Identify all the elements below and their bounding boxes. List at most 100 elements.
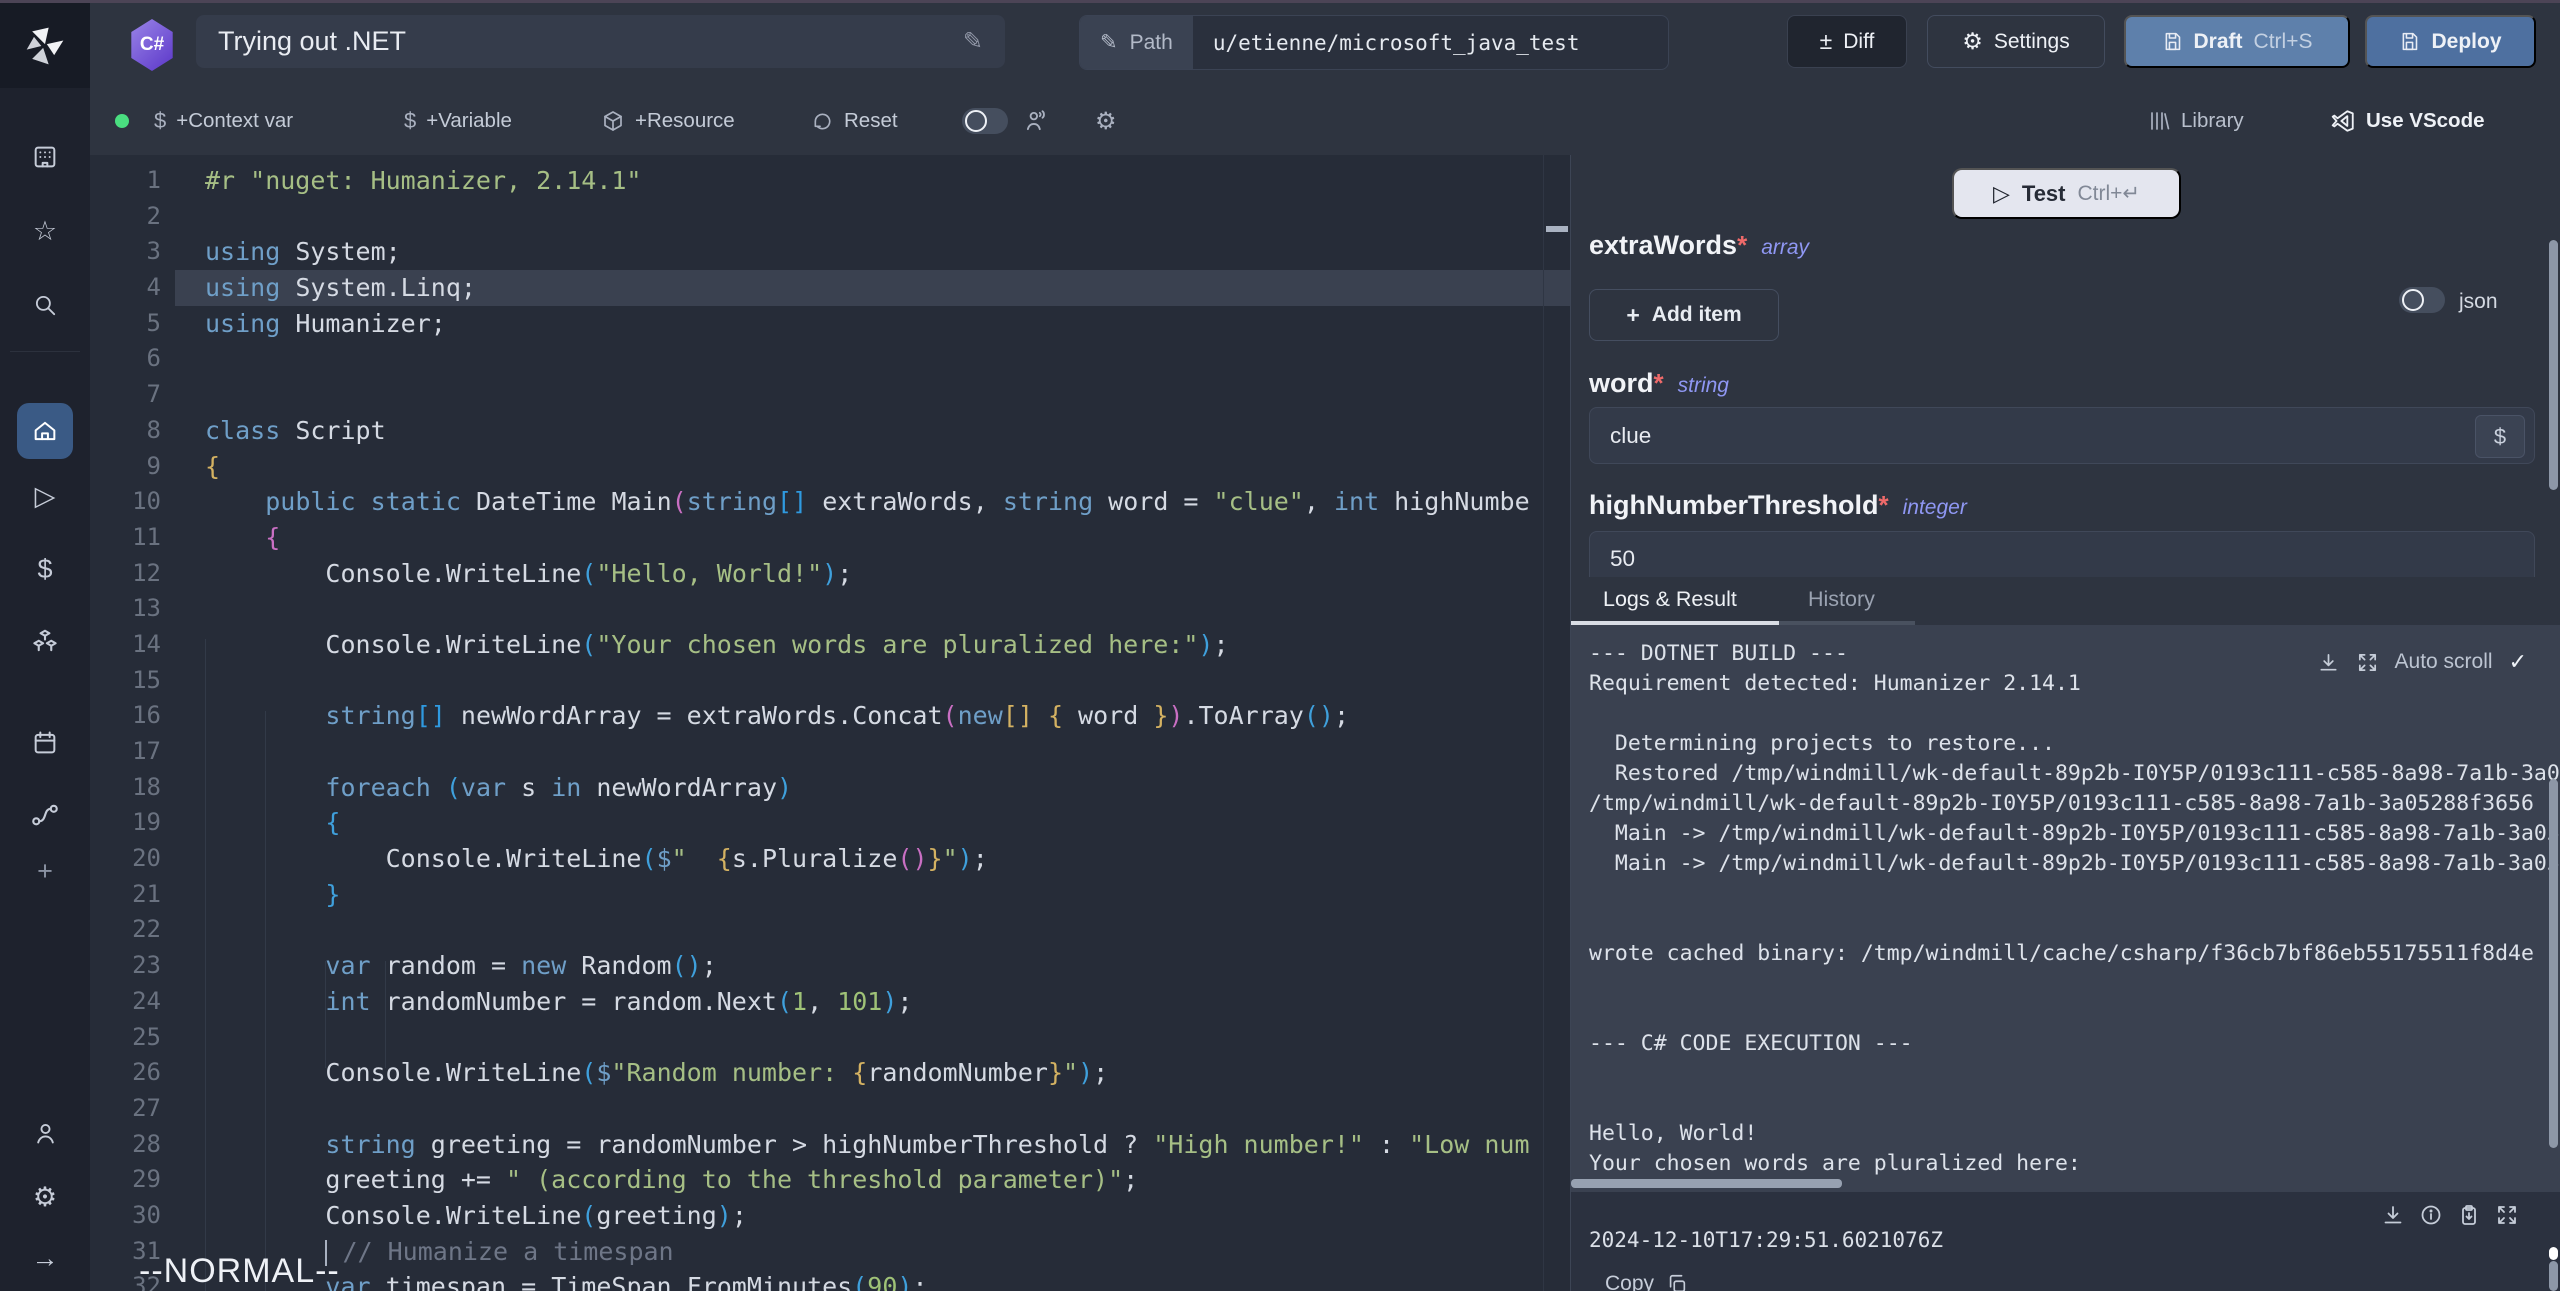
add-resource-button[interactable]: +Resource: [601, 106, 735, 136]
sidebar-item-flows[interactable]: [0, 791, 90, 839]
code-line[interactable]: [175, 377, 1570, 413]
auto-scroll-label[interactable]: Auto scroll: [2395, 650, 2493, 674]
editor-scrollbar-track[interactable]: [1543, 155, 1544, 1291]
sidebar-item-home[interactable]: [17, 403, 73, 459]
use-vscode-button[interactable]: Use VScode: [2330, 106, 2485, 136]
sidebar-item-account[interactable]: [0, 1109, 90, 1157]
code-line[interactable]: string[] newWordArray = extraWords.Conca…: [175, 698, 1570, 734]
code-line[interactable]: [175, 341, 1570, 377]
add-item-button[interactable]: + Add item: [1589, 289, 1779, 341]
log-line: [1589, 969, 2560, 999]
download-icon[interactable]: [2317, 651, 2340, 674]
sidebar-item-add[interactable]: +: [0, 847, 90, 895]
code-line[interactable]: Console.WriteLine($" {s.Pluralize()}");: [175, 841, 1570, 877]
code-lines[interactable]: #r "nuget: Humanizer, 2.14.1" using Syste…: [175, 163, 1570, 1291]
code-line[interactable]: class Script: [175, 413, 1570, 449]
draft-button[interactable]: Draft Ctrl+S: [2124, 15, 2350, 68]
code-line[interactable]: Console.WriteLine("Hello, World!");: [175, 556, 1570, 592]
code-line[interactable]: Console.WriteLine("Your chosen words are…: [175, 627, 1570, 663]
sidebar-item-schedules[interactable]: [0, 719, 90, 767]
code-line[interactable]: var random = new Random();: [175, 948, 1570, 984]
script-title-input[interactable]: Trying out .NET ✎: [196, 15, 1005, 68]
editor-settings-button[interactable]: ⚙: [1095, 106, 1117, 136]
code-line[interactable]: [175, 663, 1570, 699]
code-line[interactable]: [175, 591, 1570, 627]
sidebar-item-settings[interactable]: ⚙: [0, 1173, 90, 1221]
clipboard-icon[interactable]: [2457, 1203, 2481, 1227]
line-number: 17: [90, 734, 175, 770]
code-line[interactable]: using Humanizer;: [175, 306, 1570, 342]
sidebar-item-variables[interactable]: $: [0, 545, 90, 593]
variable-picker-button[interactable]: $: [2475, 415, 2525, 458]
code-line[interactable]: {: [175, 449, 1570, 485]
logs-horizontal-scrollbar[interactable]: [1571, 1179, 1842, 1188]
mode-toggle[interactable]: [962, 108, 1008, 134]
check-icon[interactable]: ✓: [2509, 649, 2527, 675]
logs-scrollbar-thumb[interactable]: [2549, 779, 2558, 1148]
code-line[interactable]: public static DateTime Main(string[] ext…: [175, 484, 1570, 520]
sidebar-item-search[interactable]: [0, 281, 90, 329]
code-line[interactable]: using System;: [175, 234, 1570, 270]
result-scrollbar-thumb[interactable]: [2549, 1247, 2558, 1260]
code-line[interactable]: Console.WriteLine($"Random number: {rand…: [175, 1055, 1570, 1091]
impersonate-button[interactable]: [1023, 106, 1049, 136]
code-line[interactable]: // Humanize a timespan: [175, 1234, 1570, 1270]
code-line[interactable]: #r "nuget: Humanizer, 2.14.1": [175, 163, 1570, 199]
code-line[interactable]: using System.Linq;: [175, 270, 1570, 306]
code-line[interactable]: foreach (var s in newWordArray): [175, 770, 1570, 806]
result-scrollbar-thumb-lower[interactable]: [2549, 1261, 2558, 1291]
edit-title-pencil-icon[interactable]: ✎: [963, 27, 983, 56]
deploy-button[interactable]: Deploy: [2365, 15, 2536, 68]
code-editor[interactable]: 1234567891011121314151617181920212223242…: [90, 155, 1570, 1291]
log-line: Hello, World!: [1589, 1119, 2560, 1149]
user-icon: [32, 1120, 59, 1147]
add-variable-button[interactable]: $ +Variable: [404, 106, 512, 136]
edit-path-pencil-icon: ✎: [1100, 30, 1118, 55]
settings-button[interactable]: ⚙ Settings: [1927, 15, 2105, 68]
sidebar-item-resources[interactable]: [0, 618, 90, 666]
code-line[interactable]: var timespan = TimeSpan.FromMinutes(90);: [175, 1269, 1570, 1291]
code-line[interactable]: [175, 199, 1570, 235]
sidebar-divider: [10, 351, 80, 352]
sidebar-item-runs[interactable]: ▷: [0, 472, 90, 520]
line-number: 2: [90, 199, 175, 235]
windmill-logo[interactable]: [0, 3, 90, 88]
add-context-var-button[interactable]: $ +Context var: [154, 106, 293, 136]
test-shortcut: Ctrl+↵: [2078, 181, 2141, 206]
code-line[interactable]: [175, 912, 1570, 948]
code-line[interactable]: greeting += " (according to the threshol…: [175, 1162, 1570, 1198]
test-button[interactable]: ▷ Test Ctrl+↵: [1952, 168, 2181, 219]
code-line[interactable]: }: [175, 877, 1570, 913]
expand-icon[interactable]: [2495, 1203, 2519, 1227]
sidebar-item-favorites[interactable]: ☆: [0, 207, 90, 255]
path-field[interactable]: ✎ Path u/etienne/microsoft_java_test: [1079, 15, 1669, 70]
reset-button[interactable]: Reset: [811, 106, 898, 136]
sidebar-item-workspace[interactable]: [0, 133, 90, 181]
json-toggle[interactable]: [2399, 287, 2445, 313]
expand-icon[interactable]: [2356, 651, 2379, 674]
tab-history[interactable]: History: [1808, 587, 1875, 612]
csharp-language-badge: C#: [129, 19, 175, 71]
panel-scrollbar-thumb[interactable]: [2549, 240, 2558, 490]
logs-pane[interactable]: --- DOTNET BUILD ---Requirement detected…: [1571, 625, 2560, 1192]
code-line[interactable]: [175, 1091, 1570, 1127]
line-number: 14: [90, 627, 175, 663]
code-line[interactable]: [175, 734, 1570, 770]
code-line[interactable]: {: [175, 805, 1570, 841]
path-chip[interactable]: ✎ Path: [1080, 16, 1193, 69]
copy-button[interactable]: Copy: [1605, 1272, 1688, 1291]
code-line[interactable]: int randomNumber = random.Next(1, 101);: [175, 984, 1570, 1020]
diff-button[interactable]: ± Diff: [1787, 15, 1907, 68]
word-input[interactable]: [1589, 407, 2535, 464]
info-icon[interactable]: [2419, 1203, 2443, 1227]
tab-logs-result[interactable]: Logs & Result: [1603, 587, 1737, 612]
code-line[interactable]: {: [175, 520, 1570, 556]
download-icon[interactable]: [2381, 1203, 2405, 1227]
code-line[interactable]: Console.WriteLine(greeting);: [175, 1198, 1570, 1234]
add-variable-label: +Variable: [426, 109, 512, 133]
code-line[interactable]: [175, 1020, 1570, 1056]
sidebar-item-collapse[interactable]: →: [0, 1234, 90, 1282]
library-button[interactable]: Library: [2147, 106, 2244, 136]
code-line[interactable]: string greeting = randomNumber > highNum…: [175, 1127, 1570, 1163]
json-toggle-label: json: [2459, 290, 2498, 314]
